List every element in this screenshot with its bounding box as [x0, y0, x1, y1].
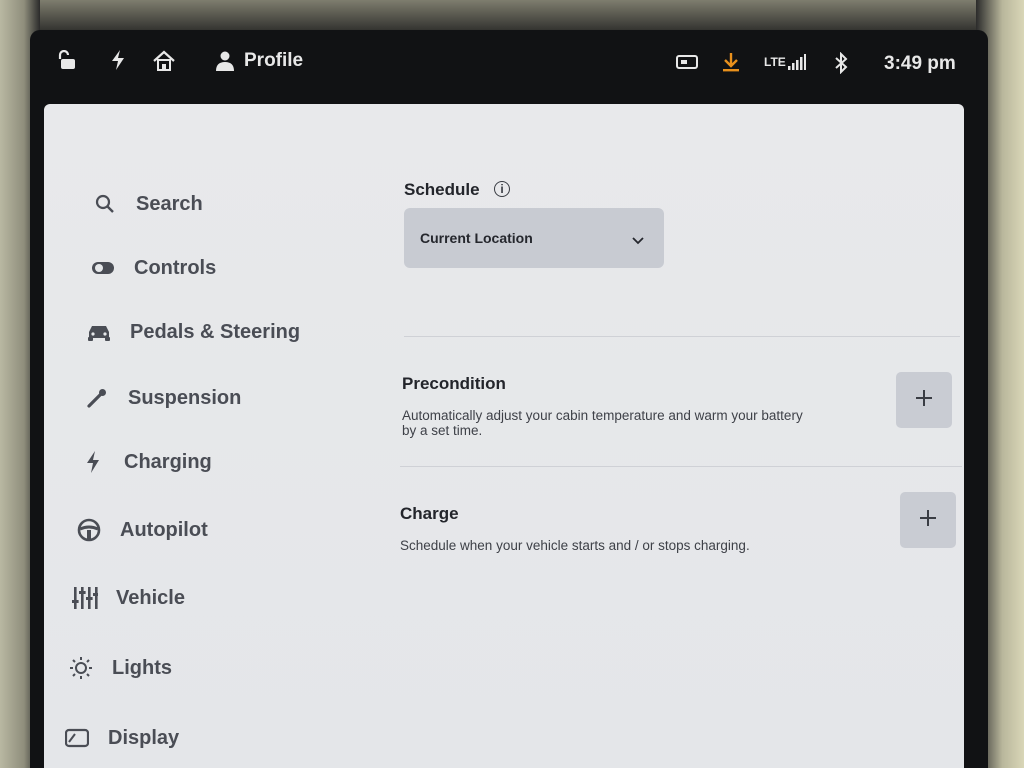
- sidebar-item-label: Autopilot: [120, 518, 208, 541]
- sidebar-item-label: Search: [136, 192, 203, 215]
- bluetooth-icon[interactable]: [834, 52, 848, 74]
- sidebar-item-controls[interactable]: Controls: [90, 256, 216, 280]
- sidebar-item-charging[interactable]: Charging: [80, 450, 212, 474]
- sidebar-item-label: Controls: [134, 256, 217, 279]
- signal-indicator: LTE: [764, 54, 806, 70]
- precondition-title: Precondition: [402, 374, 506, 393]
- lock-open-icon[interactable]: [58, 50, 78, 70]
- sidebar-item-label: Display: [108, 726, 180, 749]
- chevron-down-icon: [632, 232, 644, 248]
- precondition-description-line: by a set time.: [402, 423, 483, 438]
- schedule-title: Schedule: [404, 180, 480, 199]
- sidebar-item-search[interactable]: Search: [92, 192, 203, 216]
- sidebar-item-suspension[interactable]: Suspension: [84, 386, 241, 410]
- plus-icon: [919, 509, 937, 532]
- divider: [404, 336, 960, 337]
- sidebar-item-display[interactable]: Display: [64, 726, 179, 750]
- sun-icon: [68, 656, 94, 680]
- touchscreen: Profile LTE 3:49 pm Search Controls Peda…: [30, 30, 988, 768]
- clock: 3:49 pm: [884, 53, 956, 74]
- person-icon: [216, 51, 234, 71]
- sidebar-item-pedals-steering[interactable]: Pedals & Steering: [86, 320, 300, 344]
- charge-title: Charge: [400, 504, 459, 523]
- plus-icon: [915, 389, 933, 412]
- dashcam-icon[interactable]: [676, 54, 698, 70]
- display-icon: [64, 726, 90, 750]
- bolt-icon[interactable]: [110, 50, 126, 70]
- divider: [400, 466, 962, 467]
- screen-bezel-top: [0, 0, 1024, 34]
- bolt-icon: [80, 450, 106, 474]
- sidebar-item-label: Suspension: [128, 386, 242, 409]
- homelink-icon[interactable]: [152, 50, 176, 72]
- info-icon[interactable]: i: [494, 181, 510, 197]
- sidebar-item-lights[interactable]: Lights: [68, 656, 172, 680]
- sliders-icon: [72, 586, 98, 610]
- sidebar-item-label: Lights: [112, 656, 172, 679]
- sidebar-item-label: Charging: [124, 450, 212, 473]
- car-icon: [86, 320, 112, 344]
- steering-wheel-icon: [76, 518, 102, 542]
- profile-label: Profile: [244, 50, 304, 71]
- toggle-icon: [90, 256, 116, 280]
- add-charge-schedule-button[interactable]: [900, 492, 956, 548]
- location-dropdown[interactable]: Current Location: [404, 208, 664, 268]
- sidebar-item-label: Vehicle: [116, 586, 185, 609]
- wrench-icon: [84, 386, 110, 410]
- sidebar-item-autopilot[interactable]: Autopilot: [76, 518, 208, 542]
- charge-description: Schedule when your vehicle starts and / …: [400, 538, 750, 553]
- sidebar-item-vehicle[interactable]: Vehicle: [72, 586, 185, 610]
- precondition-description: Automatically adjust your cabin temperat…: [402, 408, 882, 438]
- signal-icon: [787, 54, 806, 70]
- search-icon: [92, 192, 118, 216]
- settings-panel: Search Controls Pedals & Steering Suspen…: [44, 104, 964, 768]
- network-label: LTE: [764, 55, 786, 69]
- sidebar-item-label: Pedals & Steering: [130, 320, 301, 343]
- download-icon[interactable]: [722, 52, 740, 72]
- status-bar: Profile LTE 3:49 pm: [30, 30, 988, 112]
- location-dropdown-value: Current Location: [420, 230, 533, 246]
- settings-sidebar: Search Controls Pedals & Steering Suspen…: [44, 104, 364, 768]
- charging-schedule-content: Schedule i Current Location Precondition…: [364, 104, 964, 768]
- precondition-description-line: Automatically adjust your cabin temperat…: [402, 408, 803, 423]
- profile-button[interactable]: Profile: [216, 50, 303, 72]
- add-precondition-button[interactable]: [896, 372, 952, 428]
